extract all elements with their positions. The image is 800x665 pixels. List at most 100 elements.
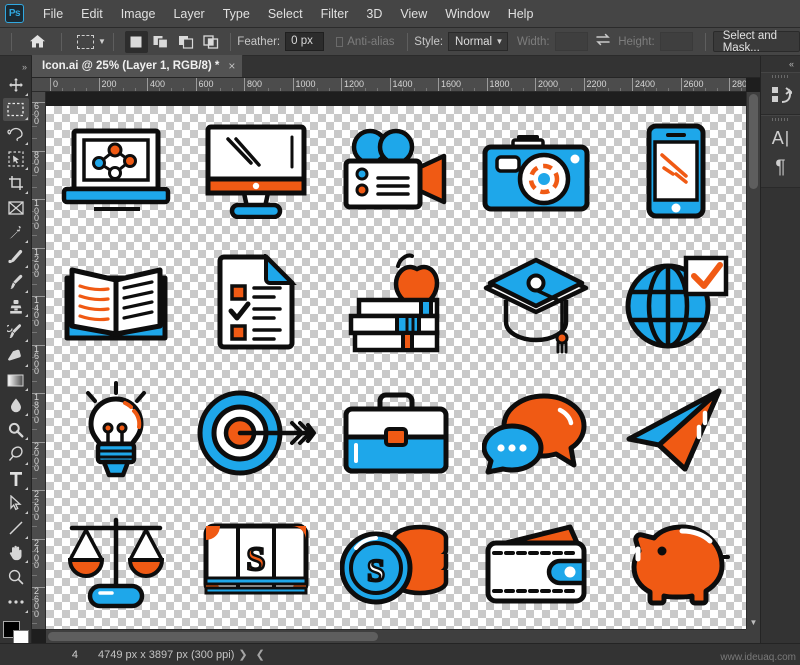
menu-type[interactable]: Type [214,3,259,25]
lightbulb-icon [46,368,186,499]
object-selection-tool[interactable] [3,147,29,171]
canvas-viewport[interactable]: S S [46,92,746,629]
paragraph-panel-label: ¶ [775,157,785,179]
menu-window[interactable]: Window [436,3,498,25]
eraser-tool[interactable] [3,344,29,368]
hand-tool[interactable] [3,541,29,565]
add-to-selection-icon[interactable] [150,31,173,53]
type-panel-group: A| ¶ [761,115,800,188]
ruler-minor-tick [32,417,37,418]
feather-input[interactable]: 0 px [285,32,324,51]
color-swatches[interactable] [2,621,30,646]
menu-select[interactable]: Select [259,3,312,25]
ruler-minor-tick [32,478,37,479]
edit-toolbar-tool[interactable] [3,590,29,614]
chevron-right-icon[interactable]: ❯ [238,648,247,661]
rectangular-marquee-tool[interactable] [3,98,29,122]
panel-grip[interactable] [761,73,800,80]
home-icon[interactable] [29,31,48,53]
subtract-from-selection-icon[interactable] [175,31,198,53]
ruler-tick: 1200 [32,248,46,279]
double-chevron-left-icon[interactable]: « [761,56,800,72]
anti-alias-label: Anti-alias [347,36,394,48]
height-input[interactable] [660,32,693,51]
checklist-document-icon [186,237,326,368]
ruler-minor-tick [32,357,37,358]
history-actions-icon[interactable] [761,80,800,110]
gradient-tool[interactable] [3,369,29,393]
history-panel-group [761,72,800,115]
type-tool[interactable] [3,467,29,491]
banknotes-icon: S [186,498,326,629]
eyedropper-tool[interactable] [3,221,29,245]
pen-tool[interactable] [3,442,29,466]
ruler-minor-tick [32,320,37,321]
close-icon[interactable]: × [228,59,235,73]
wallet-icon [466,498,606,629]
tool-preset-picker[interactable]: ▼ [77,35,106,49]
vertical-scrollbar-thumb[interactable] [749,94,758,189]
ruler-minor-tick [32,272,37,273]
chevron-down-icon[interactable]: ▼ [98,37,106,46]
ruler-minor-tick [32,623,37,624]
photoshop-logo: Ps [5,4,24,23]
menu-layer[interactable]: Layer [164,3,213,25]
menu-edit[interactable]: Edit [72,3,112,25]
style-select[interactable]: Normal ▼ [448,32,508,51]
clone-stamp-tool[interactable] [3,295,29,319]
menu-3d[interactable]: 3D [357,3,391,25]
ruler-minor-tick [32,502,37,503]
zoom-level-field[interactable]: 4 [40,649,86,661]
vertical-scrollbar[interactable]: ▲ ▼ [746,92,760,629]
width-label: Width: [517,36,550,48]
laptop-node-graph-icon [46,106,186,237]
height-label: Height: [618,36,654,48]
open-book-icon [46,237,186,368]
blur-tool[interactable] [3,393,29,417]
menu-filter[interactable]: Filter [312,3,358,25]
photo-camera-icon [466,106,606,237]
target-arrow-icon [186,368,326,499]
ruler-minor-tick [32,551,37,552]
width-input[interactable] [555,32,588,51]
document-tab-bar: Icon.ai @ 25% (Layer 1, RGB/8) * × [32,56,760,78]
menu-help[interactable]: Help [499,3,543,25]
coins-stack-icon: S [326,498,466,629]
frame-tool[interactable] [3,196,29,220]
video-camera-icon [326,106,466,237]
briefcase-icon [326,368,466,499]
menu-view[interactable]: View [391,3,436,25]
spot-healing-brush-tool[interactable] [3,245,29,269]
menu-image[interactable]: Image [112,3,165,25]
ruler-tick: 800 [244,78,262,92]
horizontal-scrollbar[interactable] [46,629,746,643]
double-chevron-right-icon[interactable]: » [0,60,31,73]
brush-tool[interactable] [3,270,29,294]
new-selection-icon[interactable] [125,31,148,53]
swap-dimensions-icon[interactable] [595,33,611,51]
character-panel-icon[interactable]: A| [761,123,800,153]
lasso-tool[interactable] [3,122,29,146]
tools-panel: » [0,56,32,665]
path-selection-tool[interactable] [3,492,29,516]
right-panel-dock: « A| ¶ [760,56,800,643]
chevron-left-icon[interactable]: ❮ [256,648,265,661]
horizontal-scrollbar-thumb[interactable] [48,632,378,641]
menu-file[interactable]: File [34,3,72,25]
move-tool[interactable] [3,73,29,97]
dodge-tool[interactable] [3,418,29,442]
panel-grip[interactable] [761,116,800,123]
document-tab[interactable]: Icon.ai @ 25% (Layer 1, RGB/8) * × [32,55,243,77]
smartphone-icon [606,106,746,237]
scroll-down-icon[interactable]: ▼ [747,615,760,629]
history-brush-tool[interactable] [3,319,29,343]
crop-tool[interactable] [3,172,29,196]
rectangular-marquee-icon [77,35,94,49]
intersect-selection-icon[interactable] [200,31,223,53]
select-and-mask-button[interactable]: Select and Mask... [713,31,800,52]
line-tool[interactable] [3,516,29,540]
anti-alias-checkbox[interactable] [336,37,344,47]
paragraph-panel-icon[interactable]: ¶ [761,153,800,183]
zoom-tool[interactable] [3,565,29,589]
ruler-tick: 1400 [32,296,46,327]
